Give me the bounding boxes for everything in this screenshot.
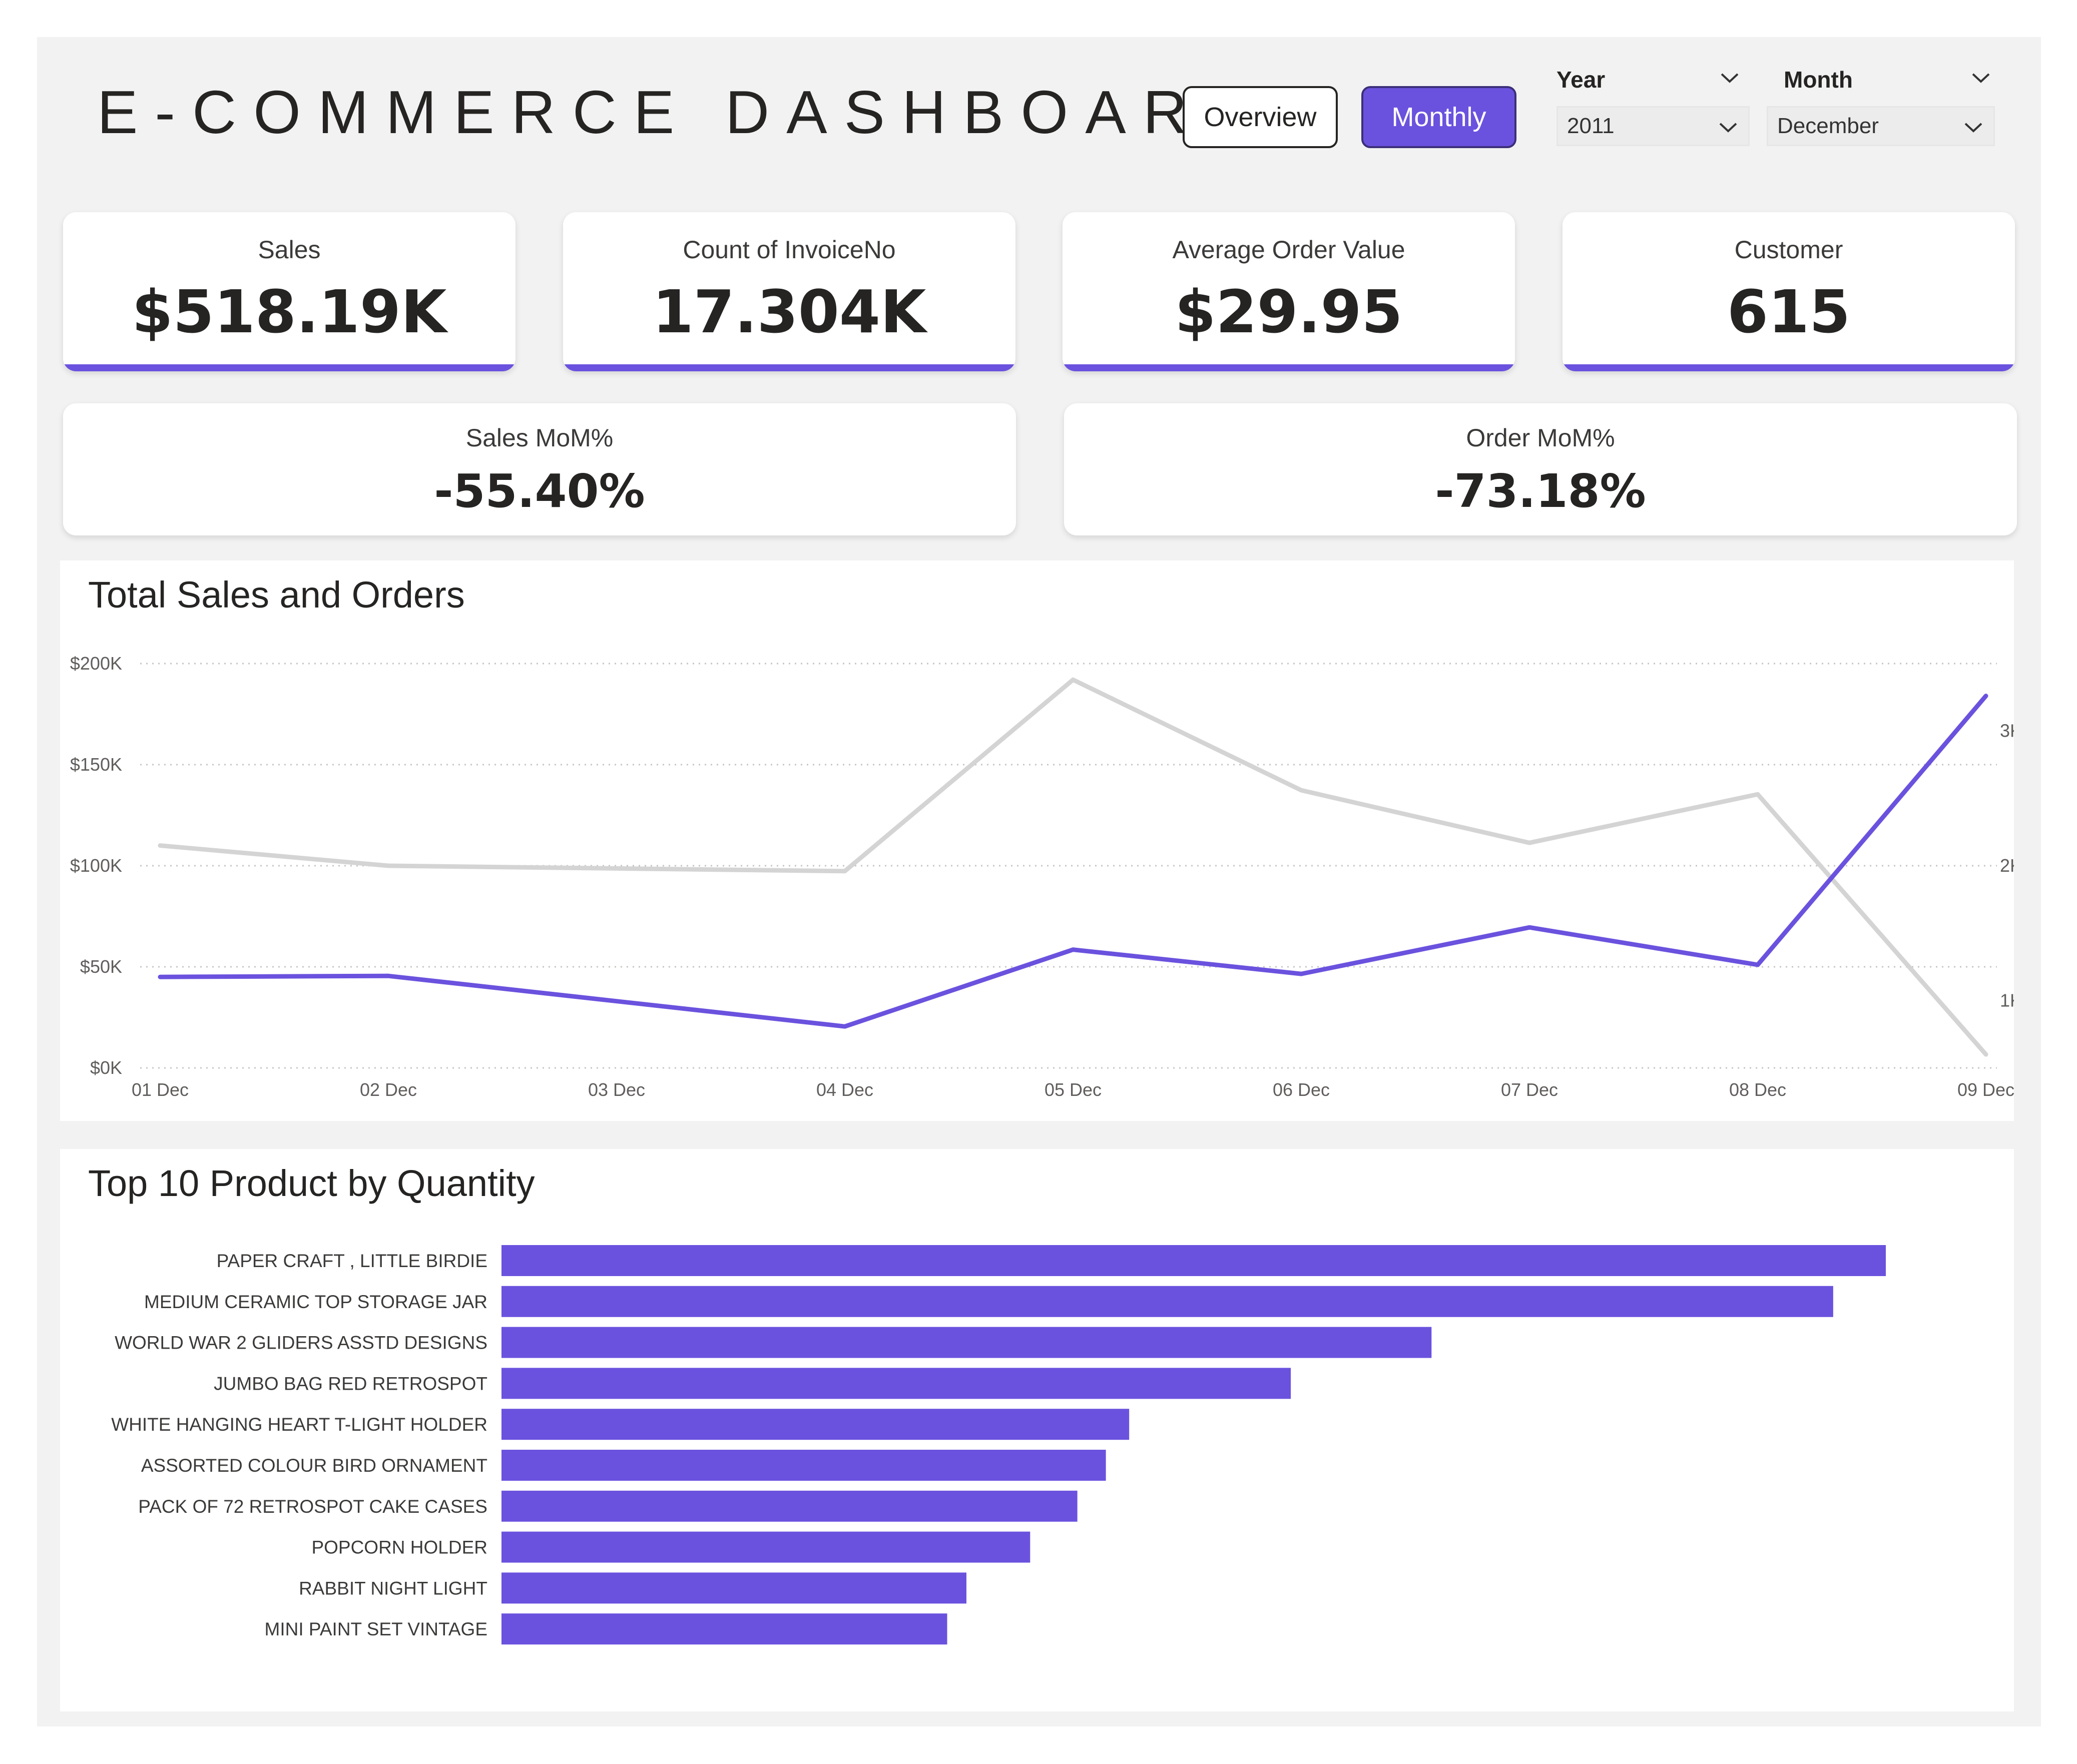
x-tick-label: 08 Dec <box>1729 1079 1786 1100</box>
top-products-bar-chart: PAPER CRAFT , LITTLE BIRDIE MEDIUM CERAMI… <box>111 1245 1886 1645</box>
kpi-accent-bar <box>1063 364 1515 371</box>
product-label: MINI PAINT SET VINTAGE <box>265 1619 487 1639</box>
product-bar[interactable] <box>501 1490 1078 1522</box>
x-tick-label: 06 Dec <box>1273 1079 1330 1100</box>
product-label: POPCORN HOLDER <box>311 1537 487 1558</box>
y-left-tick-label: $100K <box>70 855 122 876</box>
product-label: RABBIT NIGHT LIGHT <box>299 1578 487 1598</box>
orders-series-line <box>158 677 1988 1057</box>
kpi-label: Customer <box>1734 236 1843 264</box>
sales-mom-card: Sales MoM% -55.40% <box>63 403 1016 535</box>
overview-button[interactable]: Overview <box>1183 86 1338 148</box>
y-right-tick-label: 1K <box>2000 990 2014 1010</box>
kpi-card-average-order-value: Average Order Value $29.95 <box>1063 212 1515 371</box>
x-tick-label: 04 Dec <box>816 1079 873 1100</box>
kpi-label: Average Order Value <box>1172 236 1405 264</box>
y-left-tick-label: $150K <box>70 754 122 775</box>
product-bar[interactable] <box>501 1531 1030 1563</box>
product-bar[interactable] <box>501 1368 1291 1399</box>
page-title: E-COMMERCE DASHBOARD <box>97 78 1265 146</box>
product-bar[interactable] <box>501 1450 1106 1481</box>
order-mom-card: Order MoM% -73.18% <box>1064 403 2017 535</box>
top-products-chart-panel: Top 10 Product by Quantity PAPER CRAFT ,… <box>60 1149 2014 1711</box>
month-slicer-label: Month <box>1784 67 1853 93</box>
y-right-tick-label: 2K <box>2000 855 2014 876</box>
x-tick-label: 03 Dec <box>588 1079 645 1100</box>
month-slicer-chevron-icon[interactable] <box>1972 73 1990 83</box>
kpi-label: Sales <box>258 236 321 264</box>
x-tick-label: 01 Dec <box>132 1079 189 1100</box>
product-bar[interactable] <box>501 1286 1833 1317</box>
monthly-button[interactable]: Monthly <box>1361 86 1516 148</box>
kpi-label: Order MoM% <box>1466 424 1615 452</box>
product-label: PACK OF 72 RETROSPOT CAKE CASES <box>138 1496 487 1517</box>
kpi-value: $518.19K <box>132 277 447 346</box>
y-right-tick-label: 3K <box>2000 721 2014 741</box>
y-left-tick-label: $0K <box>90 1057 122 1078</box>
chevron-down-icon <box>1719 123 1737 133</box>
year-slicer-chevron-icon[interactable] <box>1721 73 1739 83</box>
product-bar[interactable] <box>501 1613 947 1645</box>
kpi-value: -55.40% <box>434 464 645 518</box>
kpi-card-invoice-count: Count of InvoiceNo 17.304K <box>563 212 1015 371</box>
product-label: PAPER CRAFT , LITTLE BIRDIE <box>217 1251 487 1271</box>
sales-series-line <box>158 694 1988 1029</box>
product-label: JUMBO BAG RED RETROSPOT <box>214 1373 487 1394</box>
kpi-label: Sales MoM% <box>465 424 614 452</box>
kpi-accent-bar <box>563 364 1015 371</box>
x-tick-label: 02 Dec <box>360 1079 417 1100</box>
kpi-label: Count of InvoiceNo <box>683 236 896 264</box>
chevron-down-icon <box>1964 123 1982 133</box>
kpi-value: $29.95 <box>1175 277 1403 346</box>
product-bar[interactable] <box>501 1245 1886 1276</box>
product-label: WHITE HANGING HEART T-LIGHT HOLDER <box>111 1414 487 1435</box>
kpi-value: -73.18% <box>1435 464 1646 518</box>
x-tick-label: 09 Dec <box>1957 1079 2014 1100</box>
x-tick-label: 07 Dec <box>1501 1079 1558 1100</box>
dashboard-canvas: E-COMMERCE DASHBOARD Overview Monthly Ye… <box>37 37 2041 1726</box>
year-slicer-label: Year <box>1556 67 1606 93</box>
product-label: ASSORTED COLOUR BIRD ORNAMENT <box>141 1455 487 1476</box>
kpi-card-sales: Sales $518.19K <box>63 212 515 371</box>
sales-orders-chart-panel: Total Sales and Orders $0K $50K $100K $150K… <box>60 560 2014 1121</box>
product-label: WORLD WAR 2 GLIDERS ASSTD DESIGNS <box>115 1333 487 1353</box>
product-label: MEDIUM CERAMIC TOP STORAGE JAR <box>144 1292 487 1312</box>
product-bar[interactable] <box>501 1409 1130 1440</box>
year-dropdown[interactable]: 2011 <box>1556 106 1750 146</box>
y-left-tick-label: $200K <box>70 653 122 674</box>
y-left-tick-label: $50K <box>80 956 122 977</box>
kpi-value: 615 <box>1727 277 1851 346</box>
month-dropdown-value: December <box>1777 114 1879 138</box>
sales-orders-line-chart: $0K $50K $100K $150K $200K 1K 2K 3K 01 Dec 02 Dec… <box>70 653 2014 1100</box>
kpi-value: 17.304K <box>652 277 926 346</box>
x-tick-label: 05 Dec <box>1045 1079 1102 1100</box>
product-bar[interactable] <box>501 1572 966 1604</box>
year-dropdown-value: 2011 <box>1567 114 1615 138</box>
product-bar[interactable] <box>501 1327 1432 1358</box>
kpi-accent-bar <box>1563 364 2015 371</box>
month-dropdown[interactable]: December <box>1767 106 1995 146</box>
kpi-accent-bar <box>63 364 515 371</box>
kpi-card-customer: Customer 615 <box>1563 212 2015 371</box>
